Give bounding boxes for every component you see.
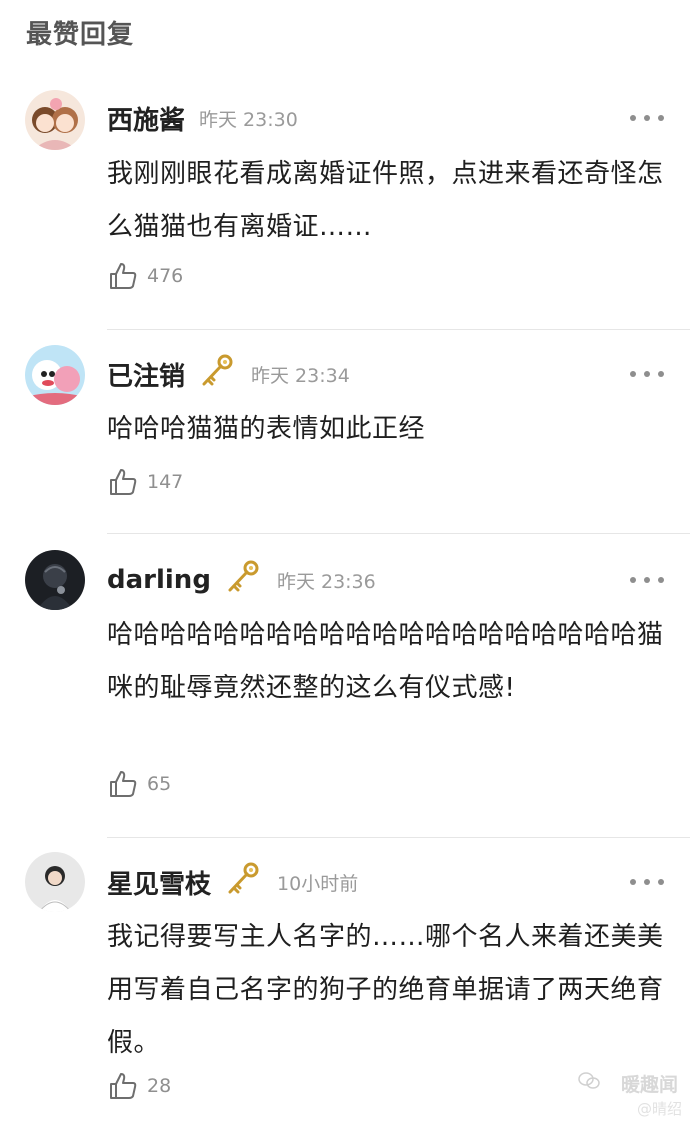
comment-header: 西施酱 昨天 23:30 (107, 98, 298, 138)
username[interactable]: 已注销 (107, 356, 185, 393)
like-count: 476 (147, 265, 184, 287)
avatar[interactable] (25, 550, 85, 610)
wechat-icon (578, 1072, 600, 1089)
divider (107, 837, 690, 838)
more-options-button[interactable] (630, 575, 664, 585)
more-dots-icon (630, 115, 636, 121)
like-button[interactable]: 28 (108, 1069, 171, 1103)
username[interactable]: 星见雪枝 (107, 864, 211, 901)
section-title: 最赞回复 (26, 20, 135, 50)
avatar[interactable] (25, 345, 85, 405)
comment-text: 哈哈哈哈哈哈哈哈哈哈哈哈哈哈哈哈哈哈哈哈猫咪的耻辱竟然还整的这么有仪式感! (107, 620, 664, 703)
timestamp: 昨天 23:36 (276, 570, 376, 593)
like-count: 65 (147, 773, 172, 795)
thumbs-up-icon (110, 263, 137, 289)
comment-text: 我刚刚眼花看成离婚证件照，点进来看还奇怪怎么猫猫也有离婚证…… (107, 159, 664, 242)
comment-header: 已注销 昨天 23:34 (107, 354, 350, 394)
like-button[interactable]: 147 (108, 465, 183, 499)
thumbs-up-icon (110, 469, 137, 495)
more-options-button[interactable] (630, 369, 664, 379)
username[interactable]: 西施酱 (107, 100, 185, 137)
timestamp: 昨天 23:34 (251, 364, 350, 387)
like-button[interactable]: 476 (108, 259, 183, 293)
watermark-main: 暖趣闻 (620, 1074, 678, 1096)
golden-key-icon (223, 557, 263, 597)
more-dots-icon (630, 879, 636, 885)
like-count: 147 (147, 471, 184, 493)
thumbs-up-icon (110, 1073, 137, 1099)
more-options-button[interactable] (630, 113, 664, 123)
golden-key-icon (223, 859, 263, 899)
avatar[interactable] (25, 852, 85, 912)
more-dots-icon (630, 577, 636, 583)
like-button[interactable]: 65 (108, 767, 171, 801)
thumbs-up-icon (110, 771, 137, 797)
watermark-sub: @晴绍 (636, 1100, 682, 1118)
divider (107, 533, 690, 534)
more-dots-icon (630, 371, 636, 377)
comment-header: 星见雪枝 10小时前 (107, 862, 358, 902)
timestamp: 昨天 23:30 (199, 108, 298, 131)
watermark: 暖趣闻 @晴绍 (576, 1068, 686, 1124)
avatar[interactable] (25, 90, 85, 150)
like-count: 28 (147, 1075, 172, 1097)
comment-text: 哈哈哈猫猫的表情如此正经 (107, 414, 426, 444)
comment-text: 我记得要写主人名字的……哪个名人来着还美美用写着自己名字的狗子的绝育单据请了两天… (107, 922, 664, 1058)
golden-key-icon (197, 351, 237, 391)
username[interactable]: darling (107, 565, 211, 595)
timestamp: 10小时前 (277, 872, 359, 895)
comment-header: darling 昨天 23:36 (107, 560, 376, 600)
more-options-button[interactable] (630, 877, 664, 887)
divider (107, 329, 690, 330)
